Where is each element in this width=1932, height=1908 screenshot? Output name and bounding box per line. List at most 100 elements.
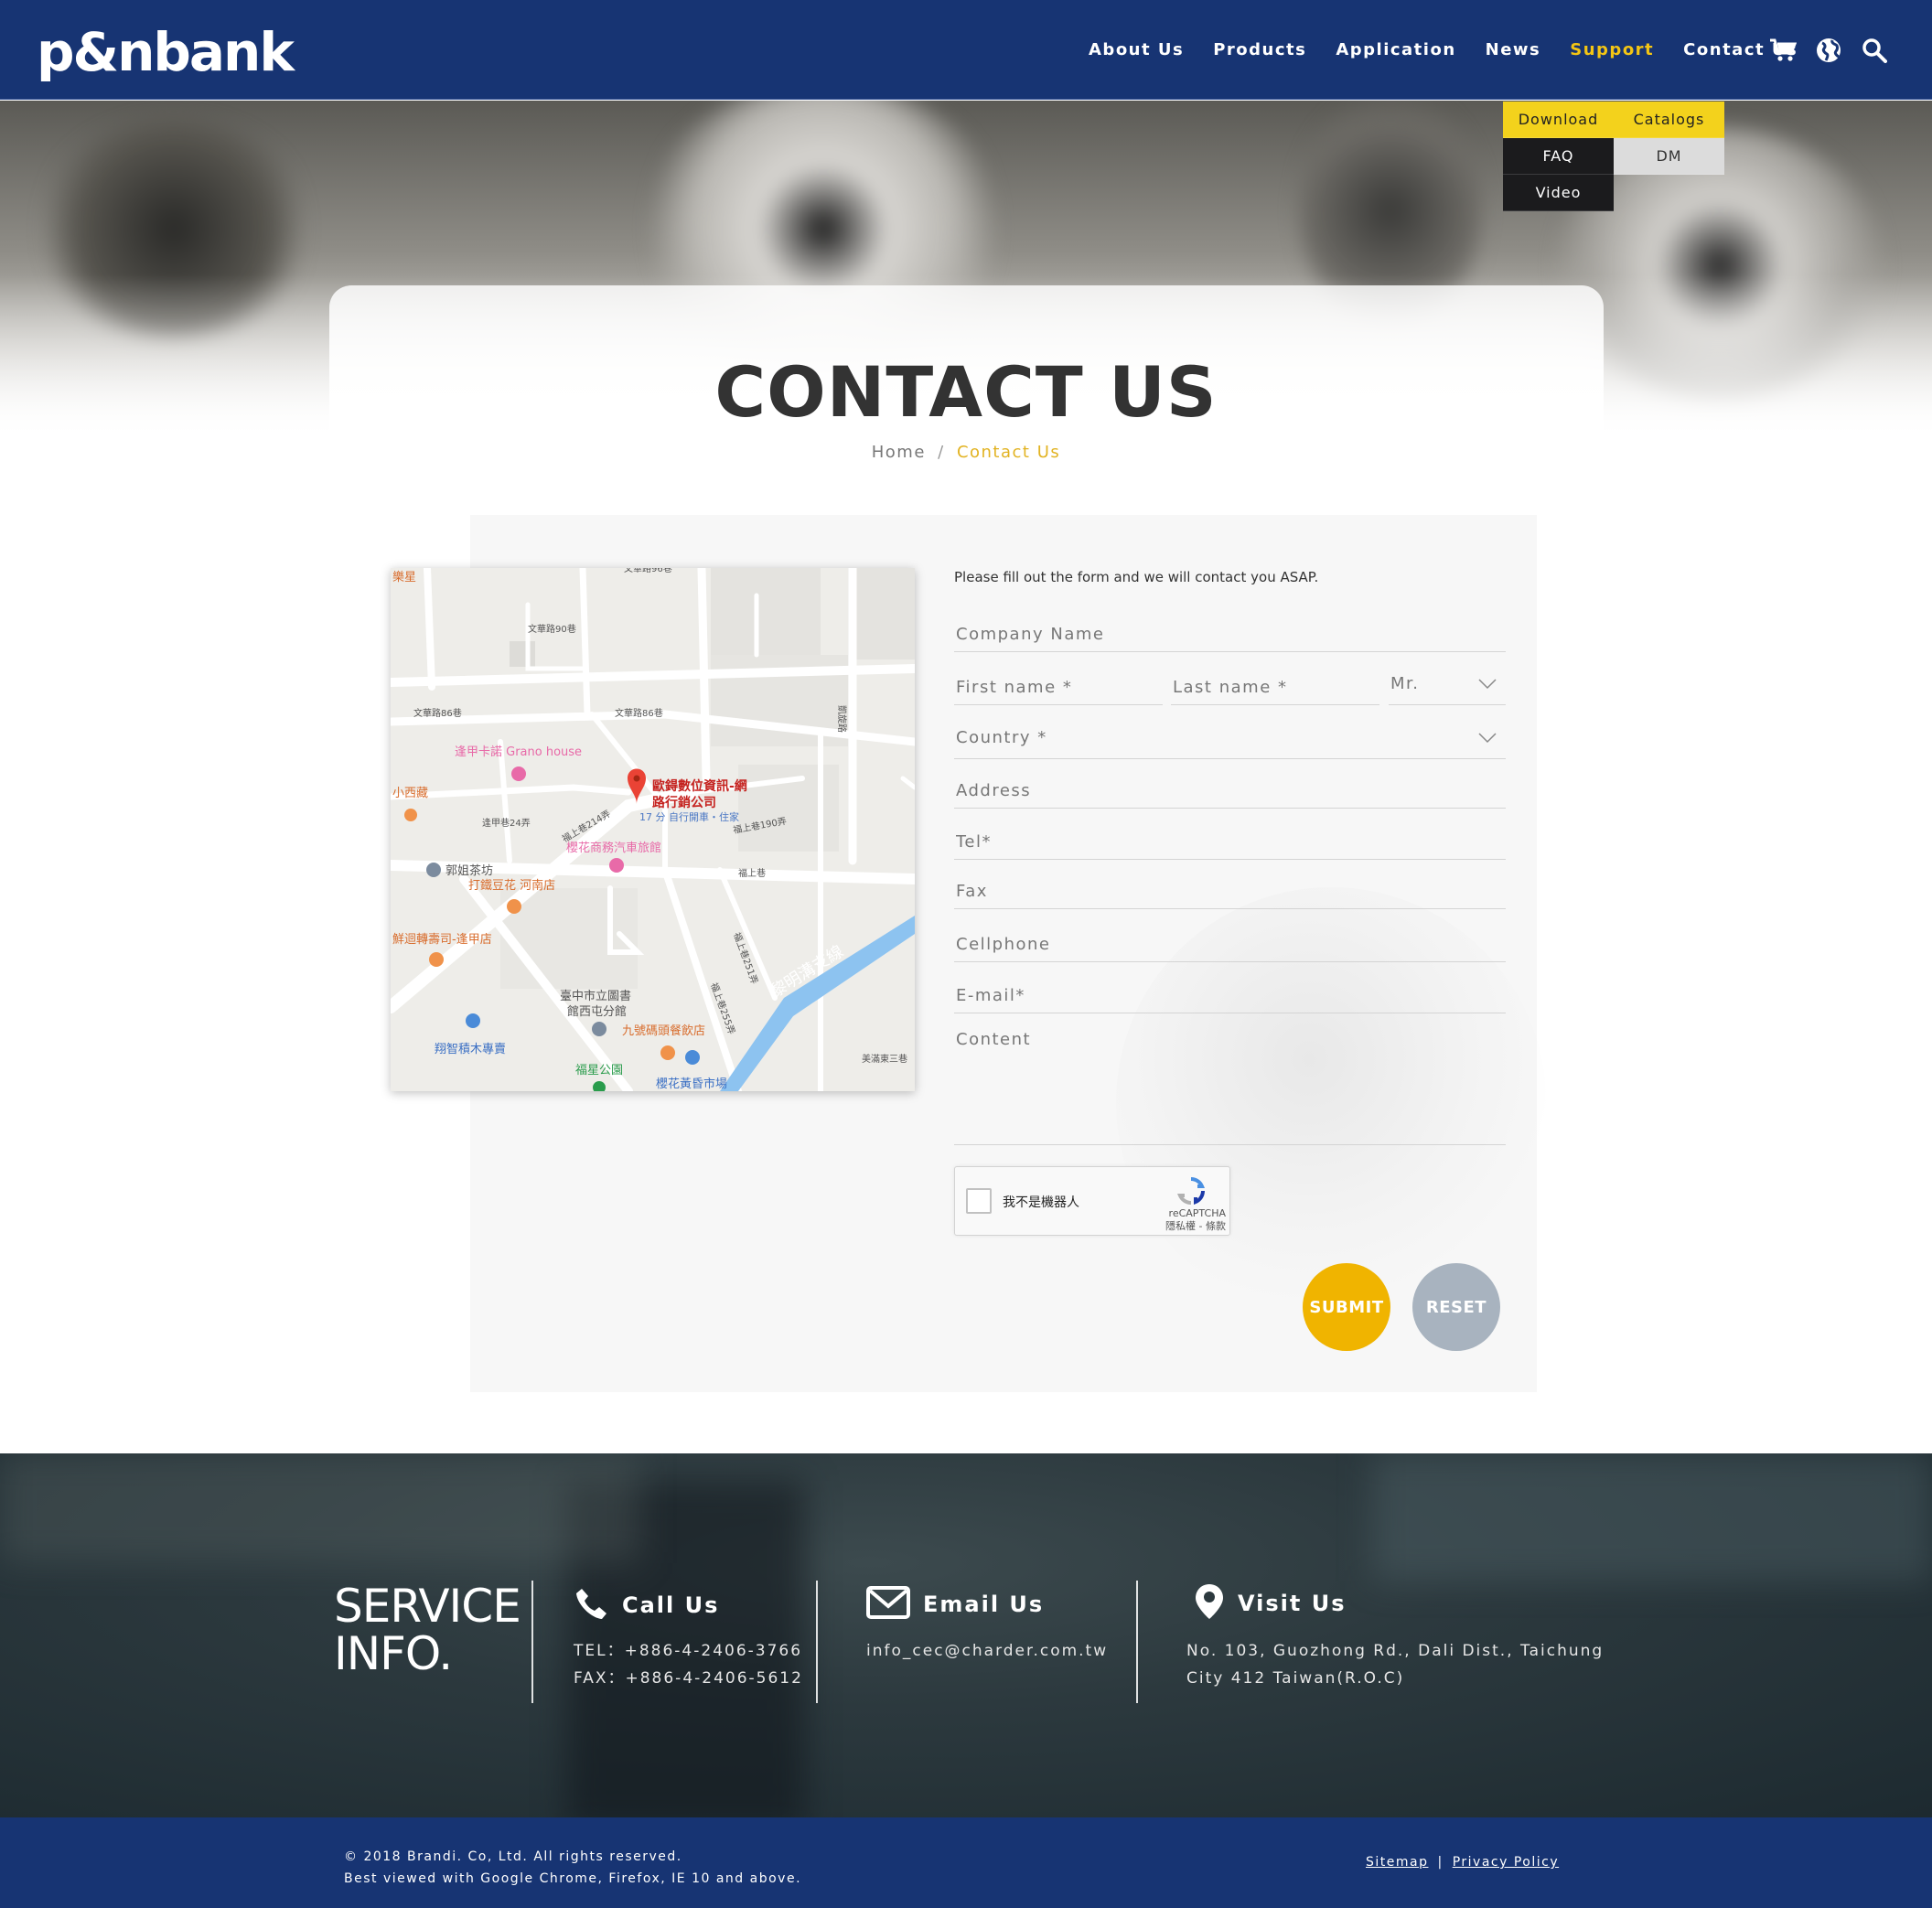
tel-input[interactable]	[954, 832, 1506, 852]
call-us-title: Call Us	[622, 1592, 720, 1618]
svg-text:17 分 自行開車・住家: 17 分 自行開車・住家	[639, 810, 739, 823]
menu-item-dm[interactable]: DM	[1614, 138, 1724, 175]
nav-news[interactable]: News	[1486, 40, 1541, 59]
footer-links: Sitemap | Privacy Policy	[1366, 1855, 1559, 1870]
nav-about-us[interactable]: About Us	[1089, 40, 1184, 59]
first-name-field	[954, 661, 1163, 705]
recaptcha-label: 我不是機器人	[1003, 1195, 1079, 1210]
company-field	[954, 608, 1506, 652]
last-name-input[interactable]	[1171, 678, 1379, 697]
tel-number[interactable]: TEL：+886-4-2406-3766	[574, 1637, 803, 1665]
svg-text:小西藏: 小西藏	[392, 787, 428, 800]
svg-text:福上巷: 福上巷	[738, 867, 766, 879]
svg-text:鮮迴轉壽司-逢甲店: 鮮迴轉壽司-逢甲店	[392, 933, 492, 947]
address-line1: No. 103, Guozhong Rd., Dali Dist., Taich…	[1186, 1642, 1605, 1660]
globe-icon[interactable]	[1815, 37, 1842, 64]
last-name-field	[1171, 661, 1379, 705]
address-input[interactable]	[954, 781, 1506, 800]
footer-link-divider: |	[1437, 1855, 1444, 1870]
email-address[interactable]: info_cec@charder.com.tw	[866, 1637, 1108, 1665]
fax-field	[954, 865, 1506, 909]
divider	[531, 1581, 533, 1703]
fax-input[interactable]	[954, 882, 1506, 901]
svg-text:郭姐茶坊: 郭姐茶坊	[445, 863, 493, 878]
recaptcha-icon	[1176, 1176, 1206, 1209]
site-header: p&nbank About Us Products Application Ne…	[0, 0, 1932, 100]
breadcrumb-separator: /	[938, 443, 945, 462]
cellphone-field	[954, 918, 1506, 962]
cart-icon[interactable]	[1769, 37, 1797, 64]
fax-number: FAX：+886-4-2406-5612	[574, 1669, 803, 1688]
title-select-value: Mr.	[1390, 674, 1420, 693]
nav-products[interactable]: Products	[1213, 40, 1306, 59]
country-select-value: Country *	[956, 728, 1047, 747]
chevron-down-icon	[1478, 676, 1497, 693]
reset-button[interactable]: RESET	[1412, 1263, 1500, 1351]
content-textarea[interactable]	[954, 1017, 1506, 1127]
breadcrumb-current: Contact Us	[956, 443, 1061, 462]
email-us-heading: Email Us	[866, 1586, 1044, 1623]
service-info-title: SERVICE INFO.	[334, 1580, 521, 1680]
support-dropdown: Download Catalogs FAQ DM Video	[1503, 102, 1724, 211]
svg-text:福星公園: 福星公園	[575, 1064, 623, 1077]
call-us-heading: Call Us	[574, 1586, 719, 1624]
submit-button[interactable]: SUBMIT	[1303, 1263, 1390, 1351]
menu-item-download[interactable]: Download	[1503, 102, 1614, 138]
svg-text:館西屯分館: 館西屯分館	[567, 1005, 627, 1019]
visit-us-title: Visit Us	[1238, 1591, 1347, 1616]
svg-text:逢甲卡諾 Grano house: 逢甲卡諾 Grano house	[455, 745, 582, 759]
logo-text: p&nbank	[37, 21, 295, 83]
content-field	[954, 1017, 1506, 1145]
call-us-details: TEL：+886-4-2406-3766 FAX：+886-4-2406-561…	[574, 1637, 803, 1692]
recaptcha-checkbox[interactable]	[966, 1188, 992, 1214]
form-intro: Please fill out the form and we will con…	[954, 569, 1319, 585]
menu-item-catalogs[interactable]: Catalogs	[1614, 102, 1724, 138]
search-icon[interactable]	[1861, 37, 1888, 64]
nav-application[interactable]: Application	[1336, 40, 1455, 59]
divider	[816, 1581, 818, 1703]
service-info-section	[0, 1453, 1932, 1817]
bottom-bar	[0, 1817, 1932, 1908]
recaptcha-brand: reCAPTCHA	[1168, 1207, 1226, 1219]
cellphone-input[interactable]	[954, 935, 1506, 954]
svg-text:樂星: 樂星	[392, 570, 416, 584]
header-tools	[1769, 0, 1888, 100]
privacy-policy-link[interactable]: Privacy Policy	[1453, 1855, 1559, 1870]
recaptcha-terms[interactable]: 隱私權 - 條款	[1165, 1220, 1226, 1233]
copyright: © 2018 Brandi. Co, Ltd. All rights reser…	[344, 1846, 801, 1890]
brand-logo[interactable]: p&nbank	[37, 20, 295, 84]
title-select[interactable]: Mr.	[1389, 661, 1506, 705]
chevron-down-icon	[1478, 730, 1497, 747]
menu-item-video[interactable]: Video	[1503, 175, 1614, 211]
location-pin-icon	[1194, 1582, 1225, 1624]
svg-text:逢甲巷24弄: 逢甲巷24弄	[482, 818, 531, 829]
phone-icon	[574, 1586, 609, 1624]
sitemap-link[interactable]: Sitemap	[1366, 1855, 1428, 1870]
company-name-input[interactable]	[954, 625, 1506, 644]
location-map[interactable]: 文華路90巷 文華路86巷 文華路86巷 逢甲巷24弄 福上巷190弄 福上巷 …	[391, 568, 915, 1091]
street-label: 文華路90巷	[528, 623, 576, 635]
email-input[interactable]	[954, 986, 1506, 1005]
breadcrumb-home[interactable]: Home	[872, 443, 926, 462]
svg-text:九號碼頭餐飲店: 九號碼頭餐飲店	[622, 1024, 705, 1038]
copyright-text: © 2018 Brandi. Co, Ltd. All rights reser…	[344, 1849, 682, 1864]
envelope-icon	[866, 1586, 910, 1623]
main-nav: About Us Products Application News Suppo…	[1089, 0, 1827, 100]
visit-us-details: No. 103, Guozhong Rd., Dali Dist., Taich…	[1186, 1637, 1604, 1692]
visit-us-heading: Visit Us	[1194, 1582, 1347, 1624]
menu-item-faq[interactable]: FAQ	[1503, 138, 1614, 175]
svg-text:文華路86巷: 文華路86巷	[413, 707, 462, 719]
page-title: CONTACT US	[714, 351, 1218, 433]
country-select[interactable]: Country *	[954, 715, 1506, 759]
address-line2: City 412 Taiwan(R.O.C)	[1186, 1669, 1405, 1688]
divider	[1136, 1581, 1138, 1703]
svg-text:歐鍀數位資訊-網: 歐鍀數位資訊-網	[652, 778, 747, 794]
address-field	[954, 765, 1506, 809]
svg-text:路行銷公司: 路行銷公司	[652, 795, 716, 810]
email-field	[954, 970, 1506, 1013]
svg-text:打鐵豆花 河南店: 打鐵豆花 河南店	[468, 878, 555, 893]
nav-support[interactable]: Support	[1570, 40, 1654, 59]
svg-text:美滿東三巷: 美滿東三巷	[862, 1053, 907, 1065]
first-name-input[interactable]	[954, 678, 1163, 697]
svg-text:文華路86巷: 文華路86巷	[615, 707, 663, 719]
